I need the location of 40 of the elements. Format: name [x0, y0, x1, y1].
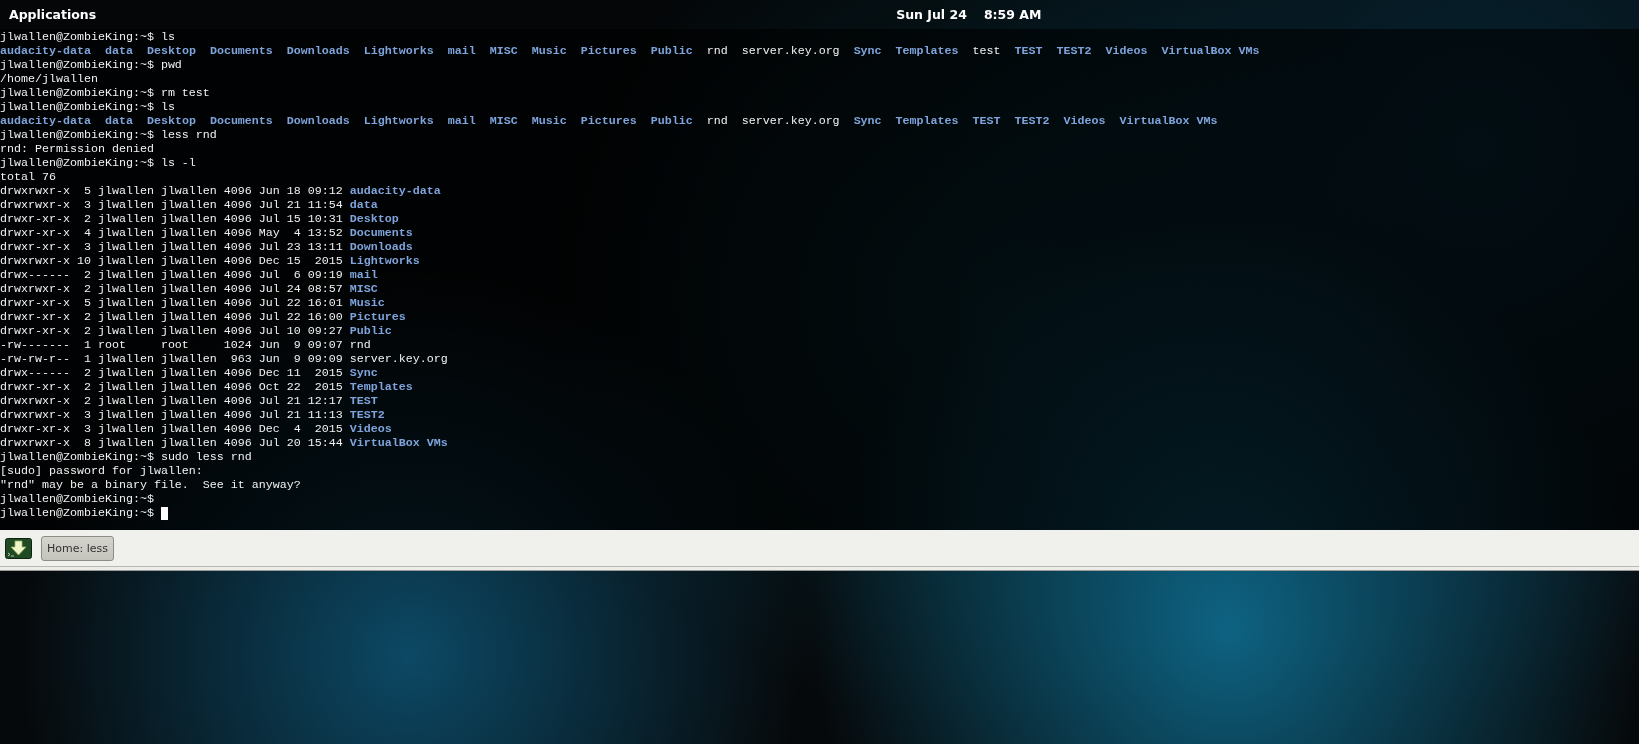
terminal-line: drwxrwxr-x 8 jlwallen jlwallen 4096 Jul 20 15:44 VirtualBox VMs	[0, 436, 448, 450]
terminal-line: drwxrwxr-x 3 jlwallen jlwallen 4096 Jul 21 11:13 TEST2	[0, 408, 385, 422]
terminal-line: jlwallen@ZombieKing:~$ ls	[0, 30, 175, 44]
applications-menu[interactable]: Applications	[9, 7, 97, 22]
terminal-line: drwxrwxr-x 3 jlwallen jlwallen 4096 Jul 21 11:54 data	[0, 198, 378, 212]
terminal-line: drwxr-xr-x 4 jlwallen jlwallen 4096 May 4 13:52 Documents	[0, 226, 413, 240]
terminal-line: -rw------- 1 root root 1024 Jun 9 09:07 rnd	[0, 338, 371, 352]
terminal-line: drwxrwxr-x 10 jlwallen jlwallen 4096 Dec 15 2015 Lightworks	[0, 254, 420, 268]
terminal-line: jlwallen@ZombieKing:~$ rm test	[0, 86, 210, 100]
terminal-line: drwxr-xr-x 2 jlwallen jlwallen 4096 Jul 22 16:00 Pictures	[0, 310, 406, 324]
terminal-line: jlwallen@ZombieKing:~$ less rnd	[0, 128, 217, 142]
taskbar-button[interactable]: Home: less	[41, 535, 114, 561]
terminal-line: drwxr-xr-x 2 jlwallen jlwallen 4096 Oct 22 2015 Templates	[0, 380, 413, 394]
terminal-line: drwx------ 2 jlwallen jlwallen 4096 Jul 6 09:19 mail	[0, 268, 378, 282]
terminal-line: drwxrwxr-x 2 jlwallen jlwallen 4096 Jul 24 08:57 MISC	[0, 282, 378, 296]
terminal-line: jlwallen@ZombieKing:~$ sudo less rnd	[0, 450, 252, 464]
terminal-line: drwxr-xr-x 2 jlwallen jlwallen 4096 Jul 10 09:27 Public	[0, 324, 392, 338]
terminal-line: jlwallen@ZombieKing:~$	[0, 506, 154, 520]
terminal-line: total 76	[0, 170, 56, 184]
terminal-line: [sudo] password for jlwallen:	[0, 464, 203, 478]
terminal-line: drwxrwxr-x 5 jlwallen jlwallen 4096 Jun 18 09:12 audacity-data	[0, 184, 441, 198]
terminal-line: rnd: Permission denied	[0, 142, 154, 156]
terminal-line: drwxrwxr-x 2 jlwallen jlwallen 4096 Jul 21 12:17 TEST	[0, 394, 378, 408]
terminal-line: /home/jlwallen	[0, 72, 98, 86]
terminal-line: drwxr-xr-x 2 jlwallen jlwallen 4096 Jul 15 10:31 Desktop	[0, 212, 399, 226]
terminal-line: drwx------ 2 jlwallen jlwallen 4096 Dec 11 2015 Sync	[0, 366, 378, 380]
terminal-line: jlwallen@ZombieKing:~$ pwd	[0, 58, 182, 72]
terminal-line: "rnd" may be a binary file. See it anyway?	[0, 478, 301, 492]
terminal-line: jlwallen@ZombieKing:~$ ls	[0, 100, 175, 114]
terminal-line: drwxr-xr-x 3 jlwallen jlwallen 4096 Dec 4 2015 Videos	[0, 422, 392, 436]
terminal-line: drwxr-xr-x 5 jlwallen jlwallen 4096 Jul 22 16:01 Music	[0, 296, 385, 310]
time-label: 8:59 AM	[983, 7, 1042, 22]
terminal-line: drwxr-xr-x 3 jlwallen jlwallen 4096 Jul 23 13:11 Downloads	[0, 240, 413, 254]
terminal-line: audacity-data data Desktop Documents Downloads Lightworks mail MISC Music Pictures Public rnd server.key.org Sync Templates TEST TEST2 Videos VirtualBox VMs	[0, 114, 1218, 128]
terminal-line: audacity-data data Desktop Documents Downloads Lightworks mail MISC Music Pictures Public rnd server.key.org Sync Templates test TEST TEST2 Videos VirtualBox VMs	[0, 44, 1260, 58]
terminal-download-icon[interactable]	[5, 537, 32, 559]
date-label: Sun Jul 24	[896, 7, 967, 22]
terminal-line: jlwallen@ZombieKing:~$	[0, 492, 154, 506]
terminal-line: -rw-rw-r-- 1 jlwallen jlwallen 963 Jun 9 09:09 server.key.org	[0, 352, 448, 366]
terminal-line: jlwallen@ZombieKing:~$ ls -l	[0, 156, 196, 170]
